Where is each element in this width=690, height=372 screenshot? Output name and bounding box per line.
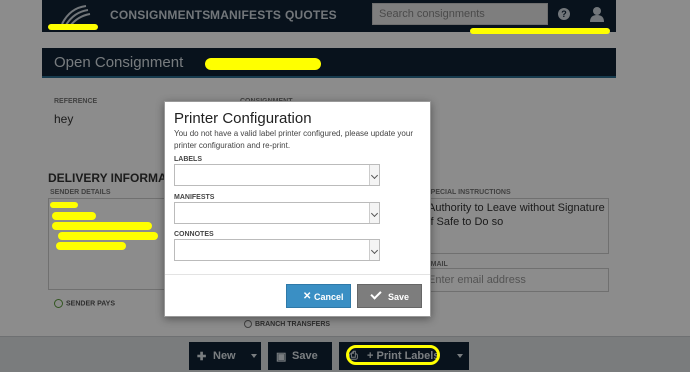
connotes-select[interactable] (174, 239, 380, 261)
printer-config-modal: Printer Configuration You do not have a … (164, 101, 431, 317)
redaction-mark (58, 232, 158, 240)
save-button[interactable]: Save (357, 284, 422, 308)
redaction-mark (52, 222, 152, 230)
close-icon: ✕ (303, 291, 312, 302)
redaction-mark (56, 242, 126, 250)
save-button-label: Save (388, 292, 410, 302)
redaction-mark (52, 212, 96, 220)
modal-message: You do not have a valid label printer co… (174, 129, 413, 150)
connotes-dropdown-toggle[interactable] (369, 240, 379, 260)
manifests-label: MANIFESTS (174, 194, 215, 201)
chevron-down-icon (370, 171, 379, 180)
check-icon (370, 288, 382, 300)
chevron-down-icon (370, 246, 379, 255)
labels-label: LABELS (174, 156, 202, 163)
redaction-mark (205, 58, 321, 70)
redaction-mark (50, 202, 78, 208)
manifests-select[interactable] (174, 202, 380, 224)
app-window: CONSIGNMENTS MANIFESTS QUOTES Search con… (0, 0, 690, 372)
connotes-label: CONNOTES (174, 231, 214, 238)
modal-title: Printer Configuration (174, 110, 312, 127)
redaction-mark (470, 28, 610, 34)
manifests-dropdown-toggle[interactable] (369, 203, 379, 223)
cancel-button-label: Cancel (314, 292, 344, 302)
chevron-down-icon (370, 209, 379, 218)
modal-footer-divider (165, 274, 430, 275)
labels-select[interactable] (174, 164, 380, 186)
redaction-mark (48, 24, 98, 30)
highlight-circle (346, 345, 440, 365)
cancel-button[interactable]: ✕ Cancel (286, 284, 351, 308)
labels-dropdown-toggle[interactable] (369, 165, 379, 185)
